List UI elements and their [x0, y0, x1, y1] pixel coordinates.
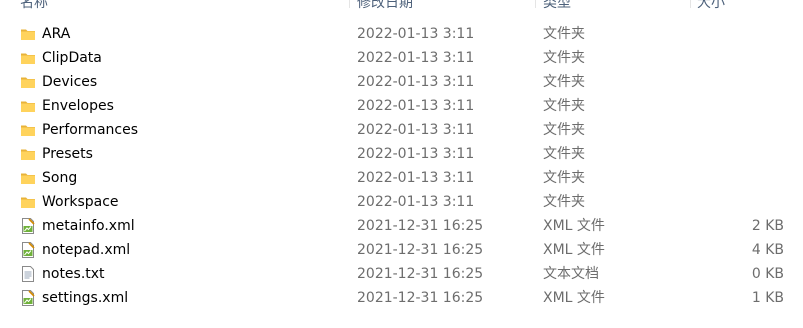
- icon-cell: [20, 190, 36, 214]
- modified-date: 2022-01-13 3:11: [357, 146, 475, 162]
- file-type: 文件夹: [543, 98, 585, 114]
- file-row[interactable]: Presets 2022-01-13 3:11 文件夹: [0, 142, 803, 166]
- modified-date: 2021-12-31 16:25: [357, 290, 484, 306]
- file-row[interactable]: ARA 2022-01-13 3:11 文件夹: [0, 22, 803, 46]
- file-name: Presets: [42, 146, 93, 162]
- file-size: [694, 94, 784, 118]
- xml-file-icon: [20, 242, 36, 258]
- modified-date: 2022-01-13 3:11: [357, 98, 475, 114]
- modified-date: 2021-12-31 16:25: [357, 266, 484, 282]
- icon-cell: [20, 118, 36, 142]
- column-header-type[interactable]: 类型: [543, 0, 571, 14]
- icon-cell: [20, 46, 36, 70]
- folder-icon: [20, 74, 36, 90]
- file-size: [694, 166, 784, 190]
- xml-file-icon: [20, 218, 36, 234]
- file-type: 文本文档: [543, 266, 599, 282]
- column-header-date[interactable]: 修改日期: [357, 0, 413, 14]
- column-divider[interactable]: [535, 0, 536, 8]
- file-name: notepad.xml: [42, 242, 131, 258]
- column-divider[interactable]: [690, 0, 691, 8]
- file-type: 文件夹: [543, 146, 585, 162]
- file-list: ARA 2022-01-13 3:11 文件夹 ClipData 2022-01-13 …: [0, 22, 803, 310]
- file-type: 文件夹: [543, 26, 585, 42]
- file-name: metainfo.xml: [42, 218, 135, 234]
- icon-cell: [20, 22, 36, 46]
- icon-cell: [20, 142, 36, 166]
- icon-cell: [20, 166, 36, 190]
- icon-cell: [20, 262, 36, 286]
- modified-date: 2022-01-13 3:11: [357, 26, 475, 42]
- modified-date: 2021-12-31 16:25: [357, 242, 484, 258]
- file-name: Performances: [42, 122, 139, 138]
- file-type: 文件夹: [543, 122, 585, 138]
- file-name: settings.xml: [42, 290, 129, 306]
- file-type: XML 文件: [543, 242, 605, 258]
- folder-icon: [20, 98, 36, 114]
- file-name: Envelopes: [42, 98, 114, 114]
- file-type: 文件夹: [543, 194, 585, 210]
- file-type: XML 文件: [543, 290, 605, 306]
- text-file-icon: [20, 266, 36, 282]
- column-header-name[interactable]: 名称: [20, 0, 48, 14]
- modified-date: 2022-01-13 3:11: [357, 50, 475, 66]
- file-name: Song: [42, 170, 78, 186]
- file-row[interactable]: notepad.xml 2021-12-31 16:25 XML 文件 4 KB: [0, 238, 803, 262]
- file-row[interactable]: Envelopes 2022-01-13 3:11 文件夹: [0, 94, 803, 118]
- modified-date: 2021-12-31 16:25: [357, 218, 484, 234]
- file-size: 0 KB: [751, 266, 784, 282]
- file-type: XML 文件: [543, 218, 605, 234]
- file-size: [694, 70, 784, 94]
- modified-date: 2022-01-13 3:11: [357, 194, 475, 210]
- file-row[interactable]: settings.xml 2021-12-31 16:25 XML 文件 1 KB: [0, 286, 803, 310]
- file-row[interactable]: metainfo.xml 2021-12-31 16:25 XML 文件 2 KB: [0, 214, 803, 238]
- folder-icon: [20, 146, 36, 162]
- icon-cell: [20, 94, 36, 118]
- file-row[interactable]: Song 2022-01-13 3:11 文件夹: [0, 166, 803, 190]
- folder-icon: [20, 122, 36, 138]
- file-size: [694, 142, 784, 166]
- folder-icon: [20, 50, 36, 66]
- file-size: 4 KB: [751, 242, 784, 258]
- column-header: 名称 修改日期 类型 大小: [0, 0, 803, 14]
- file-size: 2 KB: [751, 218, 784, 234]
- file-type: 文件夹: [543, 74, 585, 90]
- file-name: Workspace: [42, 194, 119, 210]
- file-name: ClipData: [42, 50, 102, 66]
- file-size: [694, 190, 784, 214]
- file-row[interactable]: Workspace 2022-01-13 3:11 文件夹: [0, 190, 803, 214]
- file-size: [694, 118, 784, 142]
- icon-cell: [20, 214, 36, 238]
- folder-icon: [20, 26, 36, 42]
- icon-cell: [20, 286, 36, 310]
- file-size: 1 KB: [751, 290, 784, 306]
- file-name: notes.txt: [42, 266, 105, 282]
- modified-date: 2022-01-13 3:11: [357, 74, 475, 90]
- file-row[interactable]: notes.txt 2021-12-31 16:25 文本文档 0 KB: [0, 262, 803, 286]
- column-header-size[interactable]: 大小: [697, 0, 725, 14]
- folder-icon: [20, 194, 36, 210]
- file-size: [694, 22, 784, 46]
- file-row[interactable]: Devices 2022-01-13 3:11 文件夹: [0, 70, 803, 94]
- file-type: 文件夹: [543, 50, 585, 66]
- icon-cell: [20, 70, 36, 94]
- file-row[interactable]: Performances 2022-01-13 3:11 文件夹: [0, 118, 803, 142]
- file-type: 文件夹: [543, 170, 585, 186]
- file-row[interactable]: ClipData 2022-01-13 3:11 文件夹: [0, 46, 803, 70]
- modified-date: 2022-01-13 3:11: [357, 170, 475, 186]
- file-size: [694, 46, 784, 70]
- icon-cell: [20, 238, 36, 262]
- modified-date: 2022-01-13 3:11: [357, 122, 475, 138]
- xml-file-icon: [20, 290, 36, 306]
- folder-icon: [20, 170, 36, 186]
- file-name: Devices: [42, 74, 98, 90]
- file-name: ARA: [42, 26, 71, 42]
- column-divider[interactable]: [349, 0, 350, 8]
